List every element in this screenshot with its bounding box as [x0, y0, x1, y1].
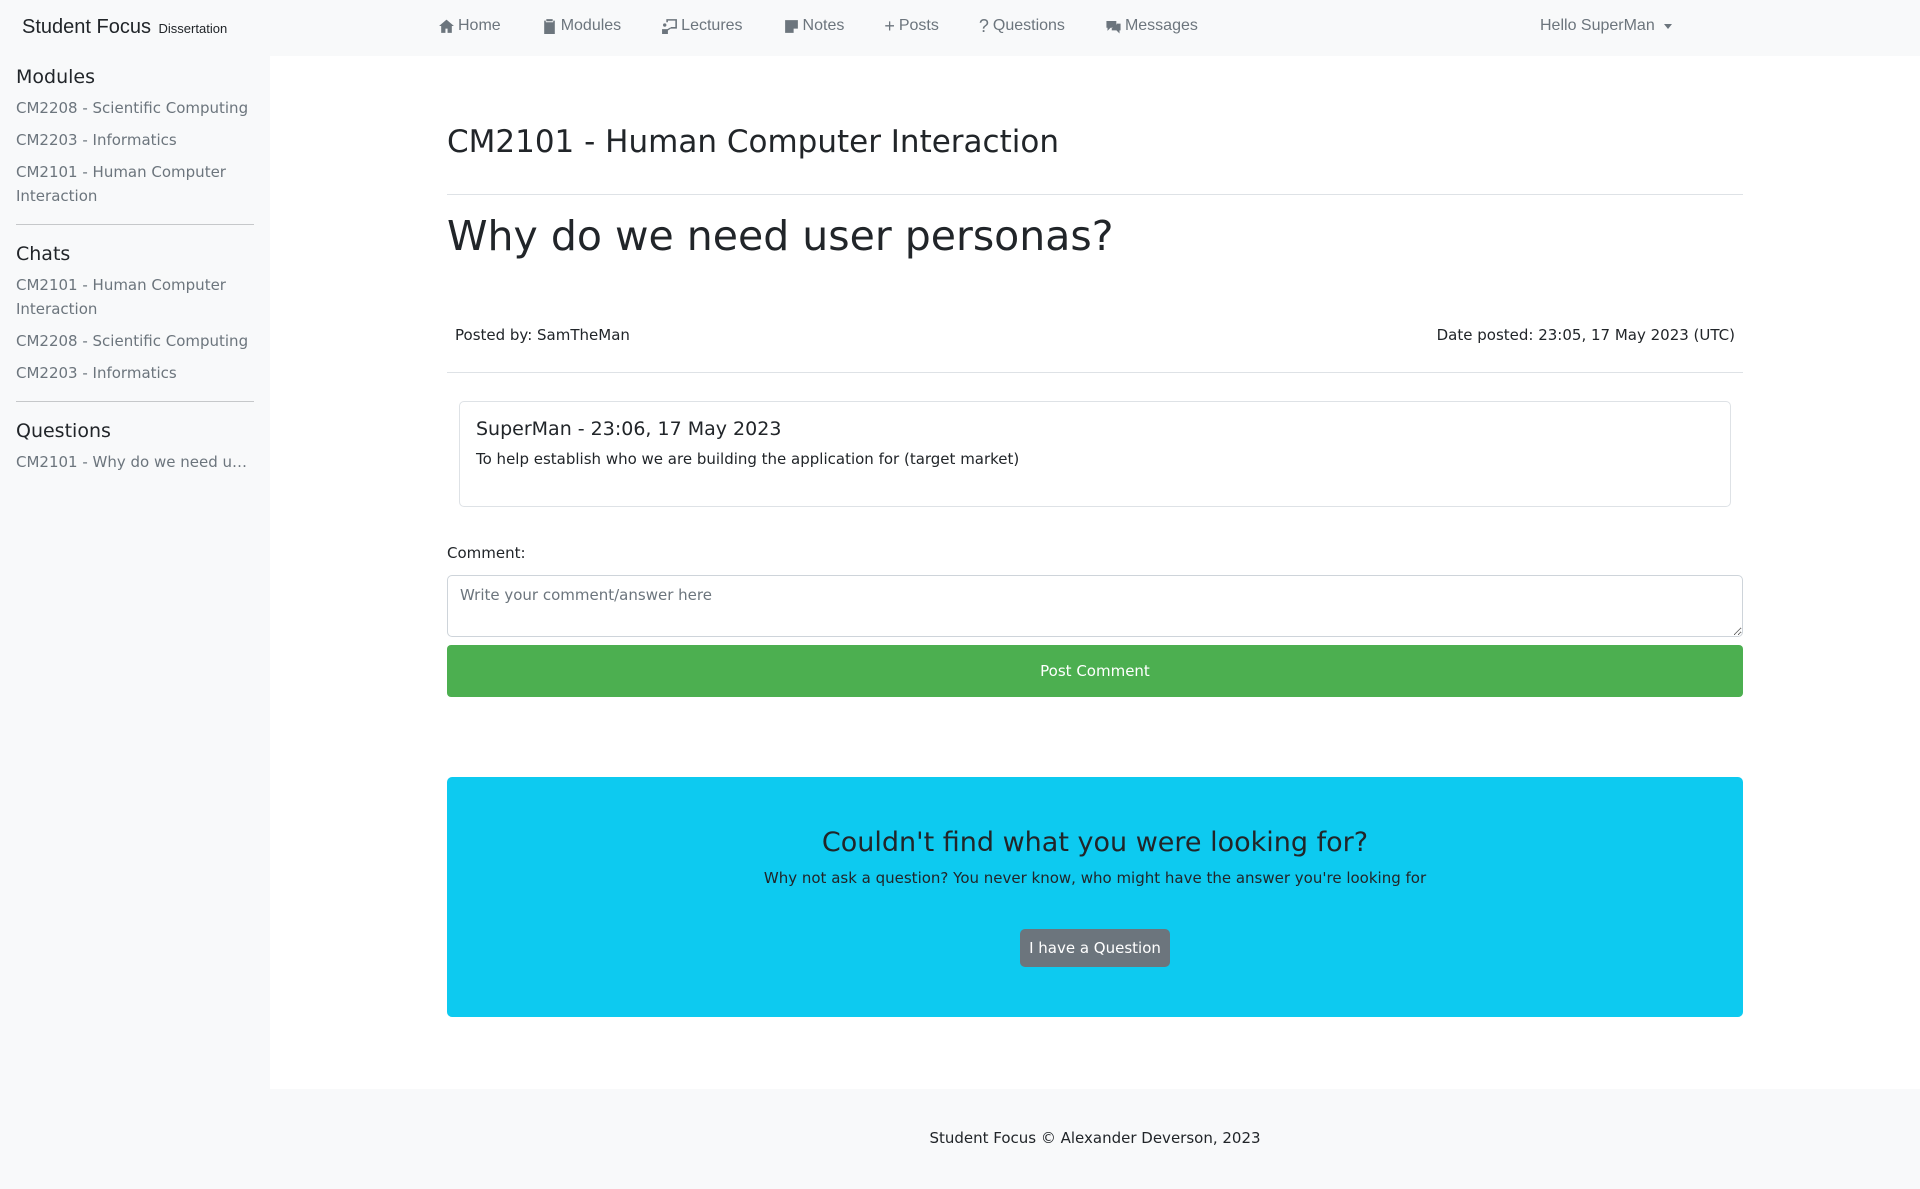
main-content: CM2101 - Human Computer Interaction Why …	[270, 56, 1920, 1089]
nav-messages[interactable]: Messages	[1105, 17, 1198, 35]
sidebar-modules-heading: Modules	[16, 66, 95, 88]
title-divider	[447, 194, 1743, 195]
comment-body: To help establish who we are building th…	[476, 450, 1020, 468]
sidebar-chats-heading: Chats	[16, 243, 71, 265]
sidebar: Modules CM2208 - Scientific Computing CM…	[0, 56, 270, 1089]
sidebar-chat-item[interactable]: CM2101 - Human Computer Interaction	[16, 273, 254, 321]
nav-questions[interactable]: ? Questions	[979, 17, 1065, 35]
comment-input[interactable]	[447, 575, 1743, 637]
module-title: CM2101 - Human Computer Interaction	[447, 124, 1059, 160]
nav-modules-label: Modules	[560, 17, 622, 34]
meta-divider	[447, 372, 1743, 373]
nav-notes-label: Notes	[802, 17, 845, 34]
user-dropdown[interactable]: Hello SuperMan	[1540, 17, 1672, 35]
brand-name: Student Focus	[22, 16, 151, 38]
post-comment-button[interactable]: Post Comment	[447, 645, 1743, 697]
question-icon: ?	[978, 15, 989, 36]
cta-text: Why not ask a question? You never know, …	[763, 869, 1427, 887]
comment-card: SuperMan - 23:06, 17 May 2023 To help es…	[459, 401, 1731, 507]
house-icon	[439, 19, 454, 33]
sidebar-module-item[interactable]: CM2203 - Informatics	[16, 128, 254, 152]
top-navbar: Student Focus Dissertation Home Modules …	[0, 0, 1920, 56]
nav-lectures[interactable]: Lectures	[661, 17, 743, 35]
ask-question-button[interactable]: I have a Question	[1020, 929, 1170, 967]
comment-label: Comment:	[447, 544, 526, 562]
sidebar-question-item[interactable]: CM2101 - Why do we need user personas?	[16, 450, 254, 474]
chat-icon	[1106, 20, 1121, 33]
nav-posts[interactable]: + Posts	[884, 17, 939, 35]
person-board-icon	[662, 18, 678, 34]
question-title: Why do we need user personas?	[447, 212, 1114, 260]
date-posted: Date posted: 23:05, 17 May 2023 (UTC)	[1436, 326, 1735, 344]
nav-links: Home Modules Lectures Notes + Posts ? Qu…	[438, 17, 1238, 35]
nav-modules[interactable]: Modules	[541, 17, 621, 35]
nav-lectures-label: Lectures	[681, 17, 743, 34]
nav-home-label: Home	[458, 17, 501, 34]
sidebar-chat-item[interactable]: CM2208 - Scientific Computing	[16, 329, 254, 353]
plus-icon: +	[884, 15, 895, 36]
sidebar-module-item[interactable]: CM2208 - Scientific Computing	[16, 96, 254, 120]
user-greeting: Hello SuperMan	[1540, 17, 1655, 34]
sidebar-divider	[16, 224, 254, 225]
footer: Student Focus © Alexander Deverson, 2023	[270, 1089, 1920, 1189]
posted-by: Posted by: SamTheMan	[455, 326, 630, 344]
nav-questions-label: Questions	[992, 17, 1065, 34]
sidebar-module-item[interactable]: CM2101 - Human Computer Interaction	[16, 160, 254, 208]
nav-messages-label: Messages	[1124, 17, 1198, 34]
footer-text: Student Focus © Alexander Deverson, 2023	[929, 1129, 1261, 1147]
nav-notes[interactable]: Notes	[783, 17, 845, 35]
caret-down-icon	[1663, 23, 1672, 29]
cta-title: Couldn't find what you were looking for?	[821, 827, 1369, 858]
comment-header: SuperMan - 23:06, 17 May 2023	[476, 418, 782, 440]
brand-logo[interactable]: Student Focus Dissertation	[22, 16, 227, 39]
nav-posts-label: Posts	[898, 17, 939, 34]
ask-question-banner: Couldn't find what you were looking for?…	[447, 777, 1743, 1017]
sidebar-divider	[16, 401, 254, 402]
nav-home[interactable]: Home	[438, 17, 501, 35]
sidebar-questions-heading: Questions	[16, 420, 111, 442]
sticky-note-icon	[784, 19, 798, 33]
brand-subtitle: Dissertation	[158, 21, 228, 36]
sidebar-chat-item[interactable]: CM2203 - Informatics	[16, 361, 254, 385]
clipboard-icon	[543, 18, 555, 34]
